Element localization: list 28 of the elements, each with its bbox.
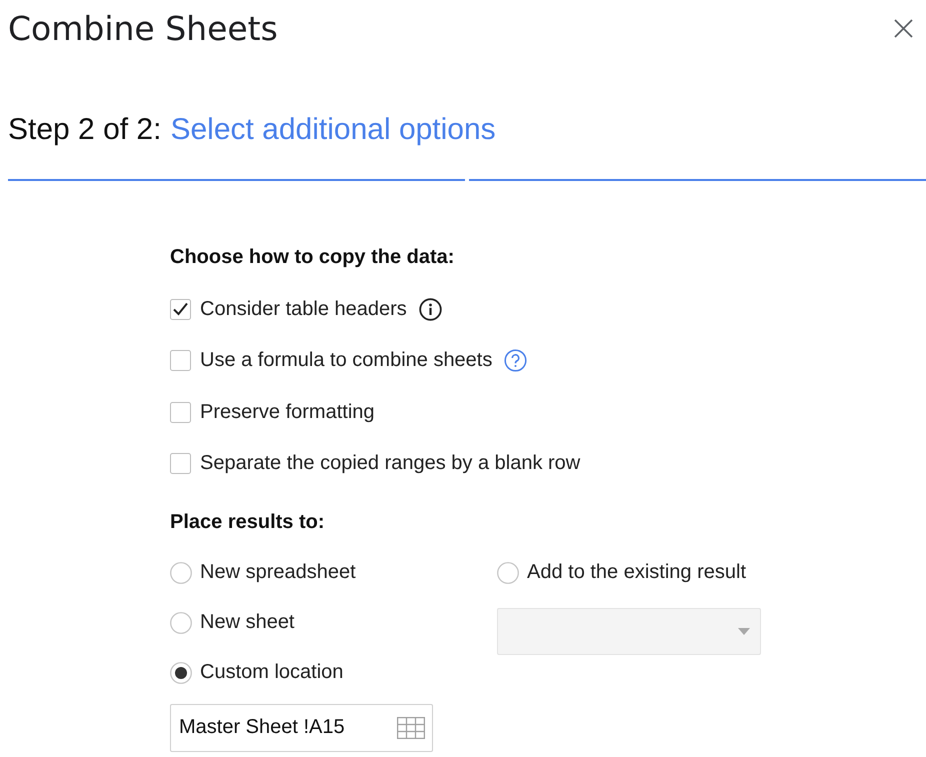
help-icon[interactable] [504, 349, 528, 372]
section-heading: Place results to: [170, 510, 325, 534]
step-counter: Step 2 of 2: [8, 113, 162, 147]
radio-label: Custom location [200, 661, 344, 684]
checkbox-label: Consider table headers [200, 298, 407, 320]
radio-button[interactable] [170, 562, 192, 584]
close-icon [894, 18, 913, 38]
checkbox[interactable] [170, 298, 191, 320]
radio-label: New sheet [200, 611, 294, 634]
step-title: Select additional options [170, 113, 496, 147]
checkbox[interactable] [170, 350, 191, 371]
radio-button[interactable] [497, 562, 519, 584]
close-button[interactable] [894, 18, 913, 38]
checkbox-label: Separate the copied ranges by a blank row [200, 452, 580, 475]
radio-label: New spreadsheet [200, 561, 356, 584]
dialog-title: Combine Sheets [8, 8, 278, 48]
checkbox[interactable] [170, 453, 191, 474]
checkbox[interactable] [170, 402, 191, 422]
info-icon[interactable] [418, 298, 442, 320]
caret-icon [738, 628, 750, 634]
grid-icon[interactable] [397, 716, 425, 738]
radio-button[interactable] [170, 662, 192, 684]
checkbox-label: Use a formula to combine sheets [200, 349, 492, 372]
radio-button[interactable] [170, 612, 192, 634]
radio-label: Add to the existing result [527, 561, 746, 584]
section-heading: Choose how to copy the data: [170, 245, 454, 269]
location-field[interactable]: Master Sheet !A15 [170, 704, 433, 752]
checkbox-label: Preserve formatting [200, 400, 375, 424]
